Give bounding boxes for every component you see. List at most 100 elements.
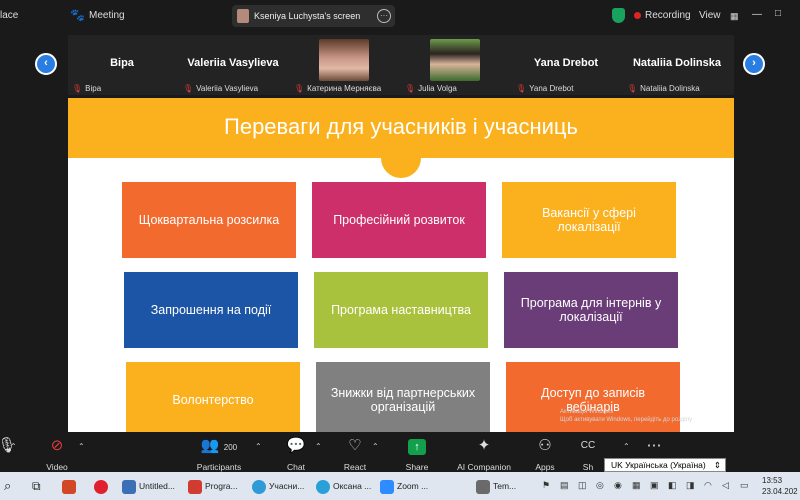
ai-companion-button[interactable]: ✦ AI Companion xyxy=(449,436,519,472)
tray-icon[interactable]: ◫ xyxy=(578,480,587,491)
benefit-box: Професійний розвиток xyxy=(312,182,486,258)
participants-button[interactable]: 👥 200 Participants xyxy=(184,436,254,472)
system-clock[interactable]: 13:53 23.04.202 xyxy=(762,475,798,497)
powerpoint-app-icon[interactable] xyxy=(62,476,79,496)
muted-mic-icon: 🎙 xyxy=(294,84,305,93)
view-button[interactable]: View xyxy=(699,10,721,21)
react-options-caret[interactable]: ⌃ xyxy=(372,442,379,451)
participant-name: Nataliia Dolinska xyxy=(632,57,722,69)
benefit-box: Волонтерство xyxy=(126,362,300,432)
participant-name: Yana Drebot xyxy=(533,57,599,69)
opera-app-icon[interactable] xyxy=(94,476,111,496)
captions-button[interactable]: CC Sh xyxy=(568,436,608,472)
slide-title: Переваги для учасників і учасниць xyxy=(224,114,578,139)
windows-taskbar: ⌕ ⧉ Untitled... Progra... Учасни... Окса… xyxy=(0,472,800,500)
tray-icon[interactable]: ▤ xyxy=(560,480,569,491)
more-options-icon[interactable]: ··· xyxy=(377,9,391,23)
task-view-icon[interactable]: ⧉ xyxy=(32,476,41,496)
participant-tile[interactable]: 🎙 Julia Volga xyxy=(401,35,509,95)
participants-icon: 👥 200 xyxy=(200,437,238,454)
benefit-box: Програма наставництва xyxy=(314,272,488,348)
participant-footer: 🎙 Катерина Мерняєва xyxy=(294,84,382,93)
volume-icon[interactable]: ◁ xyxy=(722,480,729,491)
screen-share-label: Kseniya Luchysta's screen xyxy=(254,11,361,21)
tray-icon[interactable]: ◎ xyxy=(596,480,604,491)
muted-mic-icon: 🎙 xyxy=(72,84,83,93)
pdf-icon xyxy=(188,479,202,494)
participant-footer: 🎙 Julia Volga xyxy=(405,84,457,93)
participant-strip: Віра 🎙 Віра Valeriia Vasylieva 🎙 Valeriia … xyxy=(68,35,734,95)
participant-tile[interactable]: Nataliia Dolinska 🎙 Nataliia Dolinska xyxy=(623,35,731,95)
tray-icon[interactable]: ⚑ xyxy=(542,480,550,491)
taskbar-item[interactable]: Учасни... xyxy=(252,476,304,496)
share-button[interactable]: ↑ Share xyxy=(382,436,452,472)
participant-footer: 🎙 Valeriia Vasylieva xyxy=(183,84,259,93)
muted-mic-icon: 🎙 xyxy=(627,84,638,93)
recording-label[interactable]: Recording xyxy=(645,10,691,21)
telegram-icon xyxy=(316,479,330,494)
tray-icon[interactable]: ◉ xyxy=(614,480,622,491)
benefit-box: Щоквартальна розсилка xyxy=(122,182,296,258)
window-title-cut: lace xyxy=(0,10,19,21)
minimize-icon[interactable]: — xyxy=(752,9,762,20)
captions-icon: CC xyxy=(580,440,596,451)
participant-footer: 🎙 Nataliia Dolinska xyxy=(627,84,700,93)
captions-options-caret[interactable]: ⌃ xyxy=(623,442,630,451)
muted-mic-icon: 🎙 xyxy=(516,84,527,93)
weather-icon xyxy=(476,479,490,494)
video-options-caret[interactable]: ⌃ xyxy=(78,442,85,451)
encryption-shield-icon[interactable] xyxy=(612,8,625,23)
search-icon[interactable]: ⌕ xyxy=(4,476,11,496)
benefit-box: Знижки від партнерських організацій xyxy=(316,362,490,432)
maximize-icon[interactable]: □ xyxy=(775,8,781,19)
muted-mic-icon: 🎙 xyxy=(405,84,416,93)
header-notch xyxy=(381,148,421,178)
benefit-box: Запрошення на події xyxy=(124,272,298,348)
participant-video xyxy=(430,39,480,81)
taskbar-item[interactable]: Zoom ... xyxy=(380,476,428,496)
paw-icon: 🐾 xyxy=(70,8,85,22)
share-icon: ↑ xyxy=(382,436,452,456)
taskbar-item[interactable]: Tem... xyxy=(476,476,516,496)
document-icon xyxy=(122,479,136,494)
taskbar-item[interactable]: Untitled... xyxy=(122,476,175,496)
tray-icon[interactable]: ◨ xyxy=(686,480,695,491)
taskbar-item[interactable]: Progra... xyxy=(188,476,238,496)
heart-icon: ♡ xyxy=(348,437,362,454)
browser-icon xyxy=(252,479,266,494)
participant-footer: 🎙 Yana Drebot xyxy=(516,84,574,93)
tray-icon[interactable]: ▦ xyxy=(632,480,641,491)
benefit-box: Програма для інтернів у локалізації xyxy=(504,272,678,348)
view-grid-icon[interactable]: ▦ xyxy=(730,11,739,22)
taskbar-item[interactable]: Оксана ... xyxy=(316,476,371,496)
more-icon: ⋯ xyxy=(646,437,662,454)
windows-activation-watermark: Активація Windows Щоб активувати Windows… xyxy=(560,409,693,423)
react-button[interactable]: ♡ React xyxy=(320,436,390,472)
language-selector[interactable]: UK Українська (Україна) ⇕ xyxy=(604,458,726,472)
zoom-top-bar: lace 🐾 Meeting Kseniya Luchysta's screen… xyxy=(0,0,800,32)
tray-icon[interactable]: ◧ xyxy=(668,480,677,491)
tray-icon[interactable]: ▣ xyxy=(650,480,659,491)
participant-footer: 🎙 Віра xyxy=(72,84,102,93)
mic-options-caret[interactable]: ⌃ xyxy=(10,442,17,451)
participant-tile[interactable]: Віра 🎙 Віра xyxy=(68,35,176,95)
participant-name: Valeriia Vasylieva xyxy=(187,57,279,69)
battery-icon[interactable]: ▭ xyxy=(740,480,749,491)
muted-mic-icon: 🎙 xyxy=(183,84,194,93)
participant-name: Віра xyxy=(110,57,134,69)
participant-video xyxy=(319,39,369,81)
participant-tile[interactable]: 🎙 Катерина Мерняєва xyxy=(290,35,398,95)
wifi-icon[interactable]: ◠ xyxy=(704,480,712,491)
zoom-icon xyxy=(380,479,394,494)
shared-slide: Переваги для учасників і учасниць Щоквар… xyxy=(68,98,734,432)
meeting-label: Meeting xyxy=(89,10,125,21)
presenter-avatar xyxy=(237,9,249,23)
more-button[interactable]: ⋯ xyxy=(634,436,674,456)
previous-page-button[interactable]: ‹ xyxy=(35,53,57,75)
slide-header: Переваги для учасників і учасниць xyxy=(68,98,734,178)
next-page-button[interactable]: › xyxy=(743,53,765,75)
participant-tile[interactable]: Valeriia Vasylieva 🎙 Valeriia Vasylieva xyxy=(179,35,287,95)
participant-tile[interactable]: Yana Drebot 🎙 Yana Drebot xyxy=(512,35,620,95)
sparkle-icon: ✦ xyxy=(477,437,491,454)
screen-share-indicator[interactable]: Kseniya Luchysta's screen ··· xyxy=(232,5,395,27)
